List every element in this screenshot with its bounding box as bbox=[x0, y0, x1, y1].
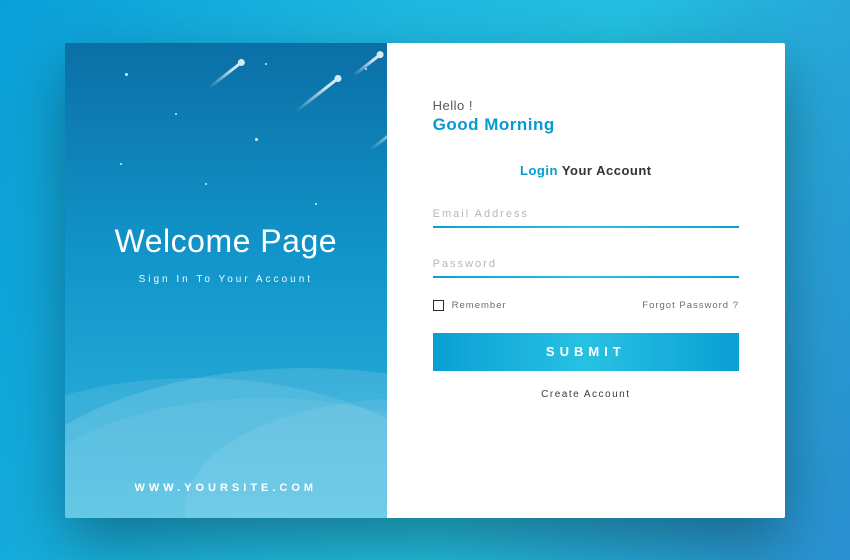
site-url: WWW.YOURSITE.COM bbox=[65, 482, 387, 494]
login-heading-accent: Login bbox=[520, 163, 558, 178]
forgot-password-link[interactable]: Forgot Password ? bbox=[642, 300, 739, 311]
welcome-subtitle: Sign In To Your Account bbox=[65, 274, 387, 285]
password-field[interactable] bbox=[433, 254, 739, 278]
clouds-decoration bbox=[65, 258, 387, 518]
login-form-panel: Hello ! Good Morning Login Your Account … bbox=[387, 43, 785, 518]
create-account-link[interactable]: Create Account bbox=[433, 389, 739, 400]
options-row: Remember Forgot Password ? bbox=[433, 300, 739, 311]
welcome-text-block: Welcome Page Sign In To Your Account bbox=[65, 43, 387, 285]
welcome-title: Welcome Page bbox=[65, 223, 387, 260]
login-heading-rest: Your Account bbox=[558, 163, 652, 178]
submit-button[interactable]: SUBMIT bbox=[433, 333, 739, 371]
login-heading: Login Your Account bbox=[433, 163, 739, 178]
email-field[interactable] bbox=[433, 204, 739, 228]
login-card: Welcome Page Sign In To Your Account WWW… bbox=[65, 43, 785, 518]
remember-checkbox[interactable]: Remember bbox=[433, 300, 507, 311]
welcome-panel: Welcome Page Sign In To Your Account WWW… bbox=[65, 43, 387, 518]
checkbox-icon bbox=[433, 300, 444, 311]
greeting-small: Hello ! bbox=[433, 98, 739, 113]
remember-label: Remember bbox=[452, 300, 507, 311]
greeting-large: Good Morning bbox=[433, 115, 739, 135]
